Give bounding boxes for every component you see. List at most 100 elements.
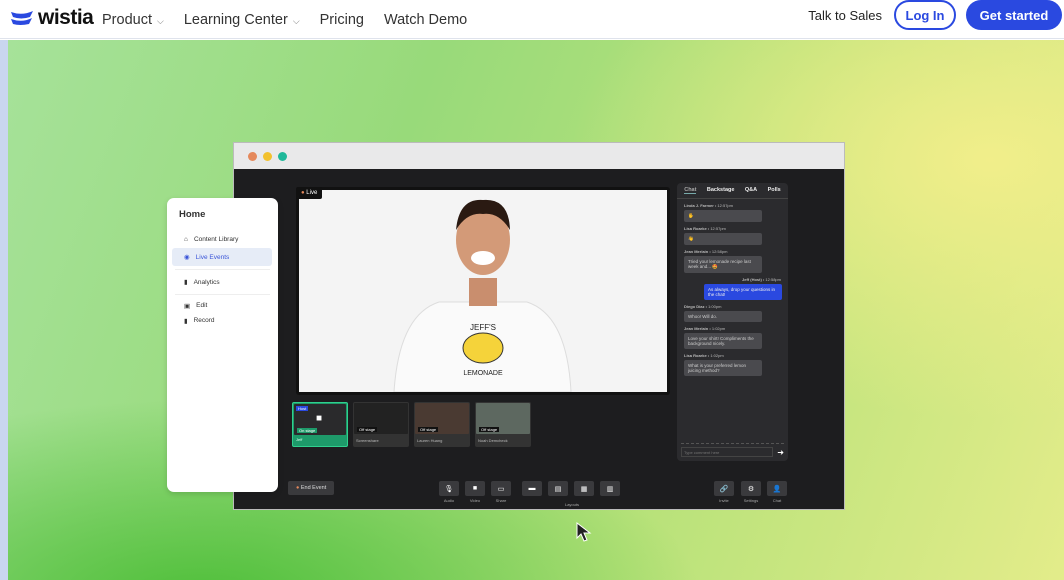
talk-to-sales-link[interactable]: Talk to Sales (808, 8, 882, 23)
tab-qa[interactable]: Q&A (745, 187, 757, 194)
app-mockup-window: ● Live JEFF'S LEMONADE Host ■ On stage Jef… (233, 142, 845, 510)
sidebar-item-record[interactable]: ▮ Record (172, 313, 272, 328)
screen-share-icon: ▭ (491, 481, 511, 496)
nav-label: Learning Center (183, 11, 288, 28)
message-time: 12:57pm (710, 226, 726, 231)
send-arrow-icon[interactable]: ➜ (777, 448, 784, 457)
broadcast-icon: ◉ (184, 254, 190, 261)
home-icon: ⌂ (184, 235, 188, 243)
sidebar-item-live-events[interactable]: ◉ Live Events (172, 248, 272, 266)
participant-name: Screenshare (356, 438, 379, 443)
close-dot (248, 151, 257, 161)
video-camera-icon: ■ (465, 481, 485, 496)
layout-grid-icon[interactable]: ▦ (574, 481, 594, 496)
divider (175, 269, 270, 270)
message-meta: Linda J. Farmer • 12:57pm (684, 203, 733, 208)
layout-side-icon[interactable]: ▤ (548, 481, 568, 496)
participant-name: Jeff (296, 437, 303, 442)
logo-text: wistia (38, 6, 94, 29)
sidebar-item-edit[interactable]: ▣ Edit (172, 298, 272, 313)
stage-status: Off stage (418, 427, 439, 432)
nav-label: Product (102, 11, 152, 28)
message-meta: Lisa Roarke • 1:02pm (684, 353, 724, 358)
person-chat-icon: 👤 (767, 481, 787, 496)
record-icon: ▮ (184, 317, 188, 325)
chat-message: Jean Merlain • 12:58pm Tried your lemonad… (684, 249, 781, 273)
end-event-label: End Event (300, 485, 327, 491)
sidebar-item-label: Analytics (193, 278, 220, 286)
chat-input[interactable] (681, 447, 774, 457)
wistia-logo[interactable]: wistia (10, 6, 94, 30)
get-started-button[interactable]: Get started (966, 0, 1062, 30)
audio-button[interactable]: 🎙 Audio (439, 481, 459, 503)
invite-button[interactable]: 🔗 Invite (714, 481, 734, 503)
host-badge: Host (296, 406, 309, 411)
end-event-button[interactable]: ● End Event (288, 481, 335, 495)
message-text: What is your preferred lemon juicing met… (684, 360, 762, 376)
chat-label: Chat (772, 498, 782, 503)
message-author: Diego Diaz (684, 304, 705, 309)
maximize-dot (278, 151, 287, 161)
message-meta: Lisa Roarke • 12:57pm (684, 226, 726, 231)
message-meta: Diego Diaz • 1:00pm (684, 304, 722, 309)
message-author: Lisa Roarke (684, 226, 707, 231)
nav-product[interactable]: Product ⌵ (102, 12, 164, 28)
message-author: Jean Merlain (684, 249, 709, 254)
chat-message: Jean Merlain • 1:02pm Love your shirt! Co… (684, 326, 781, 349)
settings-label: Settings (743, 498, 759, 503)
participant-list: Host ■ On stage Jeff Off stage Screenshare … (292, 402, 531, 447)
sidebar-item-label: Record (193, 317, 215, 324)
nav-watch-demo[interactable]: Watch Demo (384, 12, 467, 28)
message-time: 12:58pm (765, 277, 781, 282)
sidebar-card: Home ⌂ Content Library ◉ Live Events ▮ Anal… (167, 198, 278, 492)
chat-message: Lisa Roarke • 1:02pm What is your preferr… (684, 353, 781, 376)
share-button[interactable]: ▭ Share (491, 481, 511, 503)
nav-pricing[interactable]: Pricing (320, 12, 364, 28)
message-time: 12:58pm (711, 249, 728, 254)
sidebar-item-content-library[interactable]: ⌂ Content Library (172, 230, 272, 248)
left-edge-strip (0, 40, 8, 580)
wistia-logo-icon (11, 11, 33, 25)
layout-full-icon[interactable]: ▬ (522, 481, 542, 496)
layouts-label: Layouts (564, 502, 579, 507)
chat-message: Jeff (Host) • 12:58pm As always, drop you… (684, 277, 782, 300)
microphone-icon: 🎙 (439, 481, 459, 496)
settings-button[interactable]: ⚙ Settings (741, 481, 761, 503)
sidebar-item-analytics[interactable]: ▮ Analytics (172, 273, 272, 291)
stage-status: Off stage (479, 427, 500, 432)
video-button[interactable]: ■ Video (465, 481, 485, 503)
chat-panel: Chat Backstage Q&A Polls Linda J. Farmer… (677, 183, 788, 461)
nav-learning-center[interactable]: Learning Center ⌵ (184, 12, 300, 28)
camera-icon: ■ (316, 413, 323, 424)
layout-split-icon[interactable]: ▥ (600, 481, 620, 496)
stage-status: On stage (297, 428, 318, 433)
message-meta: Jean Merlain • 12:58pm (684, 249, 728, 254)
tab-polls[interactable]: Polls (768, 187, 781, 194)
chat-button[interactable]: 👤 Chat (767, 481, 787, 503)
login-button[interactable]: Log In (894, 0, 956, 30)
sidebar-item-label: Edit (196, 302, 208, 309)
message-author: Jean Merlain (684, 326, 709, 331)
link-icon: 🔗 (714, 481, 734, 496)
participant-jeff[interactable]: Host ■ On stage Jeff (292, 402, 348, 447)
video-label: Video (469, 498, 481, 503)
message-text: Love your shirt! Compliments the backgro… (684, 333, 762, 349)
tab-backstage[interactable]: Backstage (707, 187, 735, 194)
chat-message: Linda J. Farmer • 12:57pm 🖐 (684, 203, 781, 222)
svg-text:LEMONADE: LEMONADE (463, 370, 503, 377)
participant-noah[interactable]: Off stage Noah Demcheck (475, 402, 531, 447)
participant-screenshare[interactable]: Off stage Screenshare (353, 402, 409, 447)
participant-lauren[interactable]: Off stage Lauren Huang (414, 402, 470, 447)
chevron-down-icon: ⌵ (156, 15, 164, 26)
live-badge: ● Live (296, 187, 323, 199)
share-label: Share (495, 498, 507, 503)
message-meta: Jeff (Host) • 12:58pm (742, 277, 781, 282)
shirt-text: JEFF'S (470, 323, 496, 332)
layouts-group: ▬ ▤ ▦ ▥ Layouts (522, 481, 622, 507)
tab-chat[interactable]: Chat (684, 187, 697, 194)
message-text: 🖐 (684, 210, 762, 222)
message-time: 12:57pm (717, 203, 733, 208)
main-stage-video[interactable]: JEFF'S LEMONADE (296, 187, 670, 395)
chevron-down-icon: ⌵ (292, 15, 300, 26)
sidebar-item-label: Live Events (195, 253, 230, 261)
